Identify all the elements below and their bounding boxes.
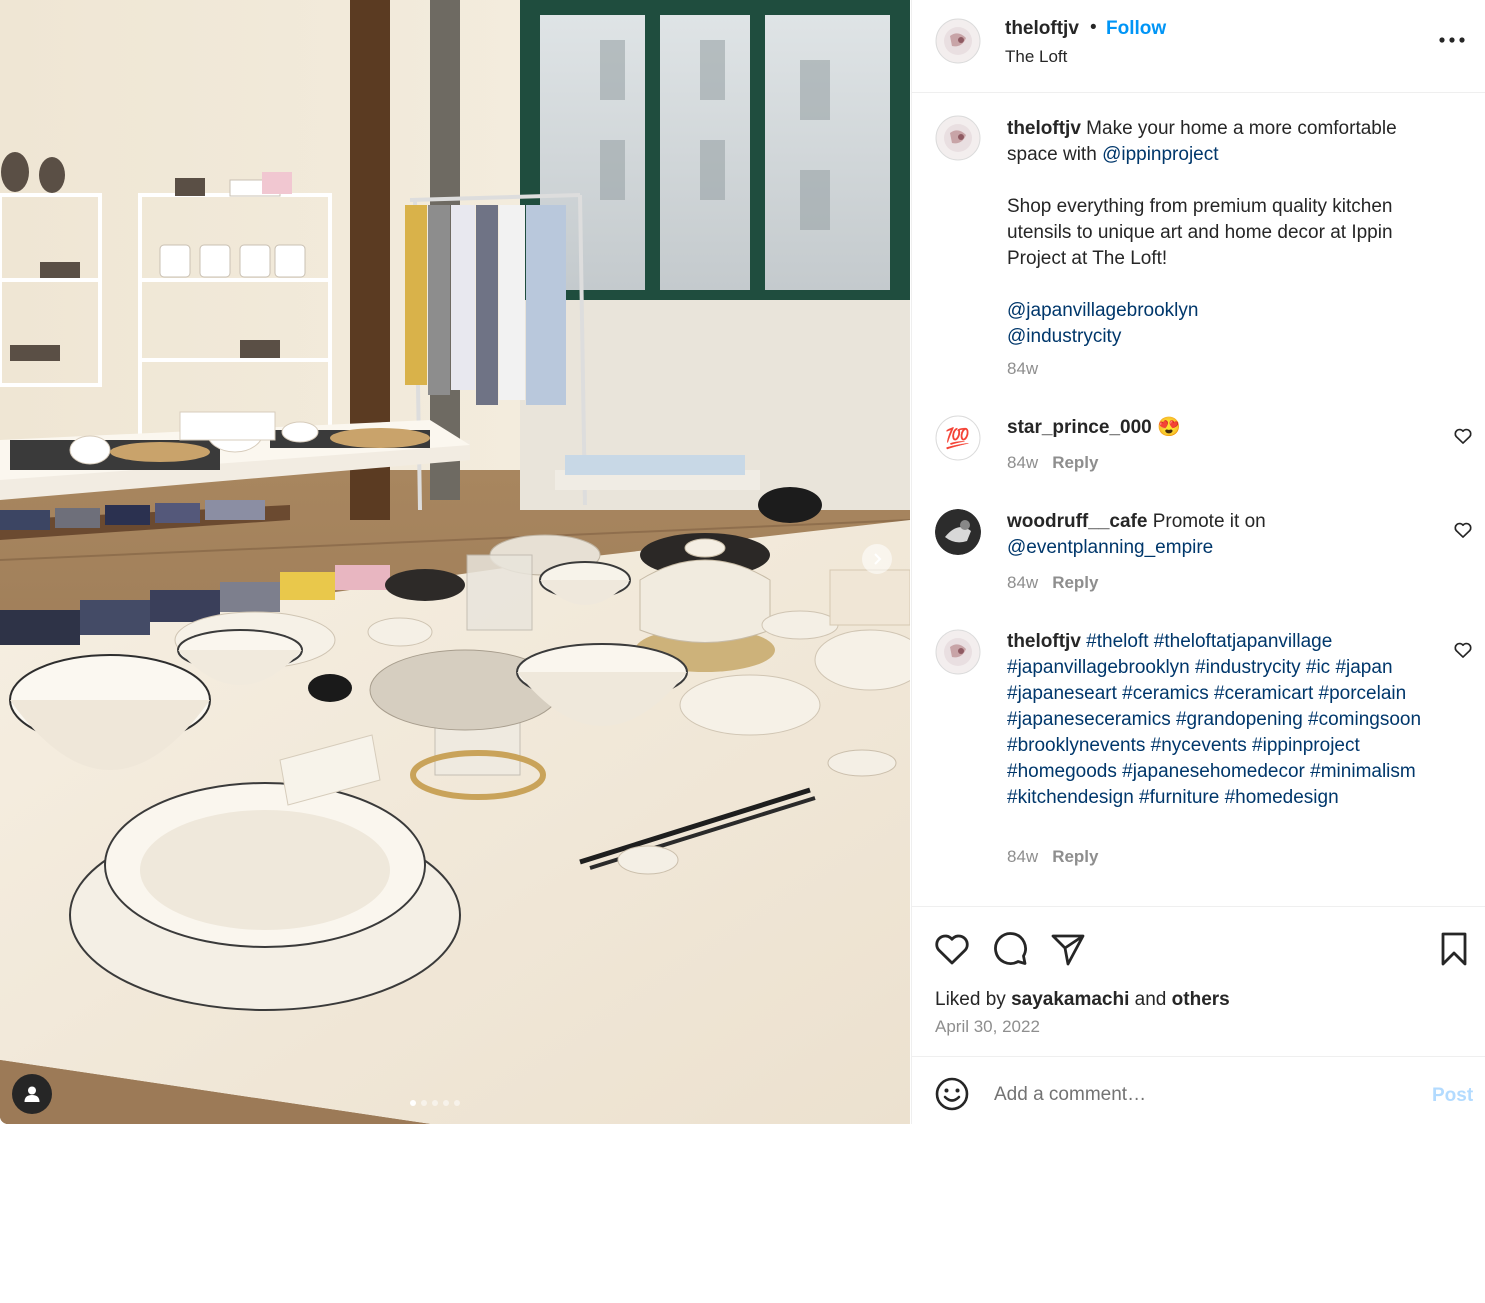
user-tag-icon <box>24 1086 40 1102</box>
follow-button[interactable]: Follow <box>1106 18 1166 40</box>
mention-link[interactable]: @eventplanning_empire <box>1007 537 1213 558</box>
post-date[interactable]: April 30, 2022 <box>935 1017 1040 1037</box>
carousel-dot <box>454 1100 460 1106</box>
comment-text: woodruff__cafe Promote it on @eventplann… <box>1007 509 1437 561</box>
liked-by-prefix: Liked by <box>935 989 1006 1010</box>
mention-link[interactable]: @ippinproject <box>1102 144 1218 165</box>
reply-button[interactable]: Reply <box>1052 573 1098 592</box>
location-link[interactable]: The Loft <box>1005 47 1067 67</box>
comment-text: theloftjv #theloft #theloftatjapanvillag… <box>1007 629 1437 811</box>
commenter-avatar[interactable]: 💯 <box>935 415 981 461</box>
post-modal: theloftjv • Follow The Loft theloftjv Ma… <box>0 0 1485 1124</box>
comment-username[interactable]: woodruff__cafe <box>1007 511 1147 532</box>
carousel-dot <box>432 1100 438 1106</box>
like-comment-heart-icon[interactable] <box>1453 426 1473 446</box>
caption-meta: 84w <box>1007 359 1038 379</box>
liked-by-and: and <box>1134 989 1167 1010</box>
caption-time[interactable]: 84w <box>1007 359 1038 378</box>
more-options-icon <box>1439 37 1465 43</box>
author-avatar[interactable] <box>935 18 981 64</box>
avatar-image <box>935 115 981 161</box>
carousel-dot <box>410 1100 416 1106</box>
chevron-right-icon <box>874 553 882 565</box>
tagged-users-button[interactable] <box>12 1074 52 1114</box>
commenter-avatar[interactable] <box>935 629 981 675</box>
comment-time[interactable]: 84w <box>1007 573 1038 592</box>
carousel-dot <box>443 1100 449 1106</box>
liked-by-user[interactable]: sayakamachi <box>1011 989 1129 1010</box>
comment-content: 😍 <box>1157 417 1181 438</box>
post-comment-button[interactable]: Post <box>1432 1085 1473 1107</box>
comment-username[interactable]: star_prince_000 <box>1007 417 1152 438</box>
next-slide-button[interactable] <box>862 544 892 574</box>
commenter-avatar[interactable] <box>935 509 981 555</box>
post-actions: Liked by sayakamachi and others April 30… <box>912 906 1485 1057</box>
bookmark-icon[interactable] <box>1434 929 1474 969</box>
like-comment-heart-icon[interactable] <box>1453 640 1473 660</box>
caption-avatar[interactable] <box>935 115 981 161</box>
tableware-showroom-photo <box>0 0 910 1124</box>
comment-username[interactable]: theloftjv <box>1007 631 1081 652</box>
comment-time[interactable]: 84w <box>1007 847 1038 866</box>
comment-meta: 84w Reply <box>1007 453 1098 473</box>
liked-by-others[interactable]: others <box>1172 989 1230 1010</box>
heart-icon[interactable] <box>932 929 972 969</box>
post-photo[interactable] <box>0 0 910 1124</box>
likes-summary: Liked by sayakamachi and others <box>935 989 1230 1011</box>
comment-content: Promote it on <box>1152 511 1266 532</box>
post-header: theloftjv • Follow The Loft <box>912 0 1485 93</box>
avatar-image <box>935 509 981 555</box>
mention-link[interactable]: @japanvillagebrooklyn <box>1007 298 1437 324</box>
avatar-image <box>935 18 981 64</box>
reply-button[interactable]: Reply <box>1052 847 1098 866</box>
reply-button[interactable]: Reply <box>1052 453 1098 472</box>
comment-meta: 84w Reply <box>1007 573 1098 593</box>
mention-link[interactable]: @industrycity <box>1007 324 1437 350</box>
comment-time[interactable]: 84w <box>1007 453 1038 472</box>
paper-plane-icon[interactable] <box>1048 929 1088 969</box>
author-username[interactable]: theloftjv <box>1005 18 1079 40</box>
caption-paragraph: Shop everything from premium quality kit… <box>1007 196 1393 269</box>
comment-bubble-icon[interactable] <box>990 929 1030 969</box>
comments-list: theloftjv Make your home a more comforta… <box>912 93 1485 906</box>
like-comment-heart-icon[interactable] <box>1453 520 1473 540</box>
hundred-points-emoji: 💯 <box>945 428 970 450</box>
caption-username[interactable]: theloftjv <box>1007 118 1081 139</box>
caption-text: theloftjv Make your home a more comforta… <box>1007 116 1437 350</box>
emoji-smile-icon[interactable] <box>934 1076 970 1112</box>
carousel-dot <box>421 1100 427 1106</box>
comment-text: star_prince_000 😍 <box>1007 415 1437 441</box>
comment-input[interactable] <box>992 1075 1396 1115</box>
comment-meta: 84w Reply <box>1007 847 1098 867</box>
hashtag-list[interactable]: #theloft #theloftatjapanvillage #japanvi… <box>1007 631 1421 808</box>
more-options-button[interactable] <box>1436 28 1468 52</box>
post-side-panel: theloftjv • Follow The Loft theloftjv Ma… <box>911 0 1485 1124</box>
carousel-indicator <box>410 1100 460 1106</box>
separator-dot: • <box>1090 17 1097 38</box>
add-comment-bar: Post <box>912 1056 1485 1125</box>
avatar-image <box>935 629 981 675</box>
